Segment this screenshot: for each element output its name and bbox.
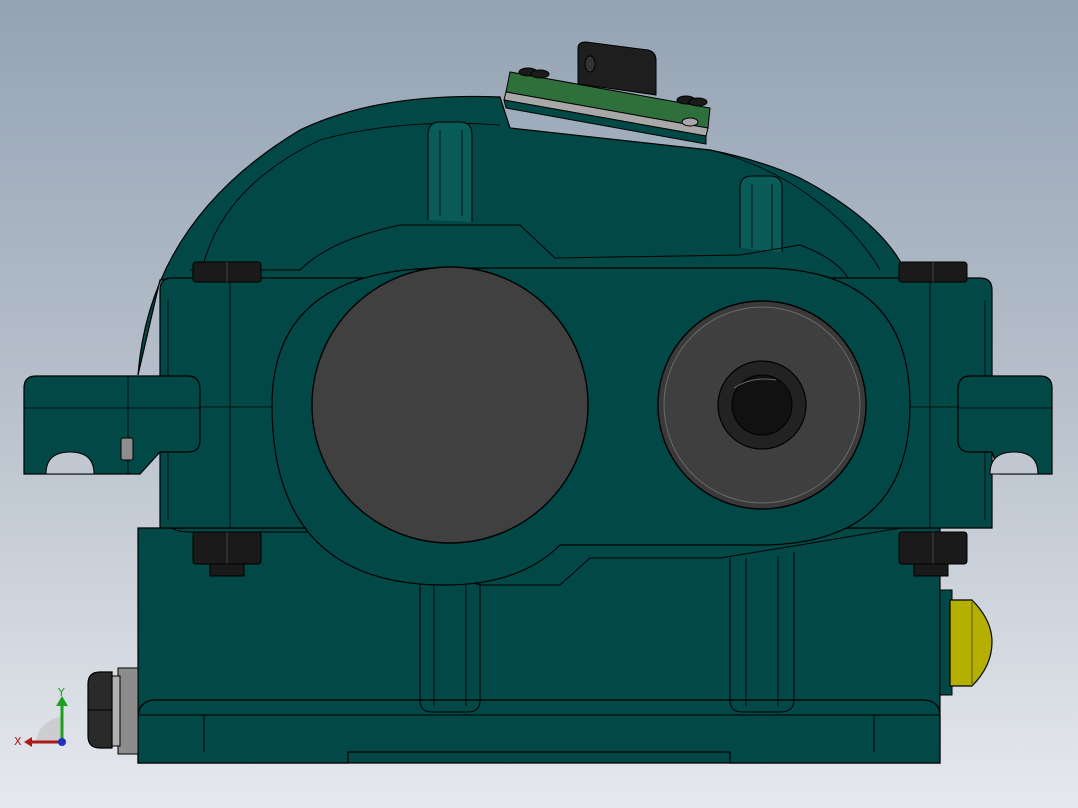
large-bearing-cover [311, 266, 589, 544]
inspection-cover [503, 41, 711, 145]
orientation-triad[interactable]: Y X [12, 686, 78, 752]
gear-reducer-model[interactable] [0, 0, 1078, 808]
oil-gauge [939, 589, 993, 696]
bolt-top-right [898, 261, 968, 283]
bolt-top-left [192, 261, 262, 283]
triad-x-label: X [14, 735, 22, 748]
lower-housing [137, 519, 990, 764]
triad-plane [36, 716, 62, 742]
small-bearing-cover [657, 300, 867, 510]
rib-top-2 [739, 175, 783, 252]
triad-y-label: Y [57, 686, 65, 699]
left-dowel-pin [120, 437, 134, 461]
triad-z-axis [58, 738, 66, 746]
cad-viewport[interactable]: Y X [0, 0, 1078, 808]
rib-top-1 [427, 121, 473, 222]
triad-x-arrow [24, 737, 32, 747]
drain-plug [87, 667, 139, 755]
